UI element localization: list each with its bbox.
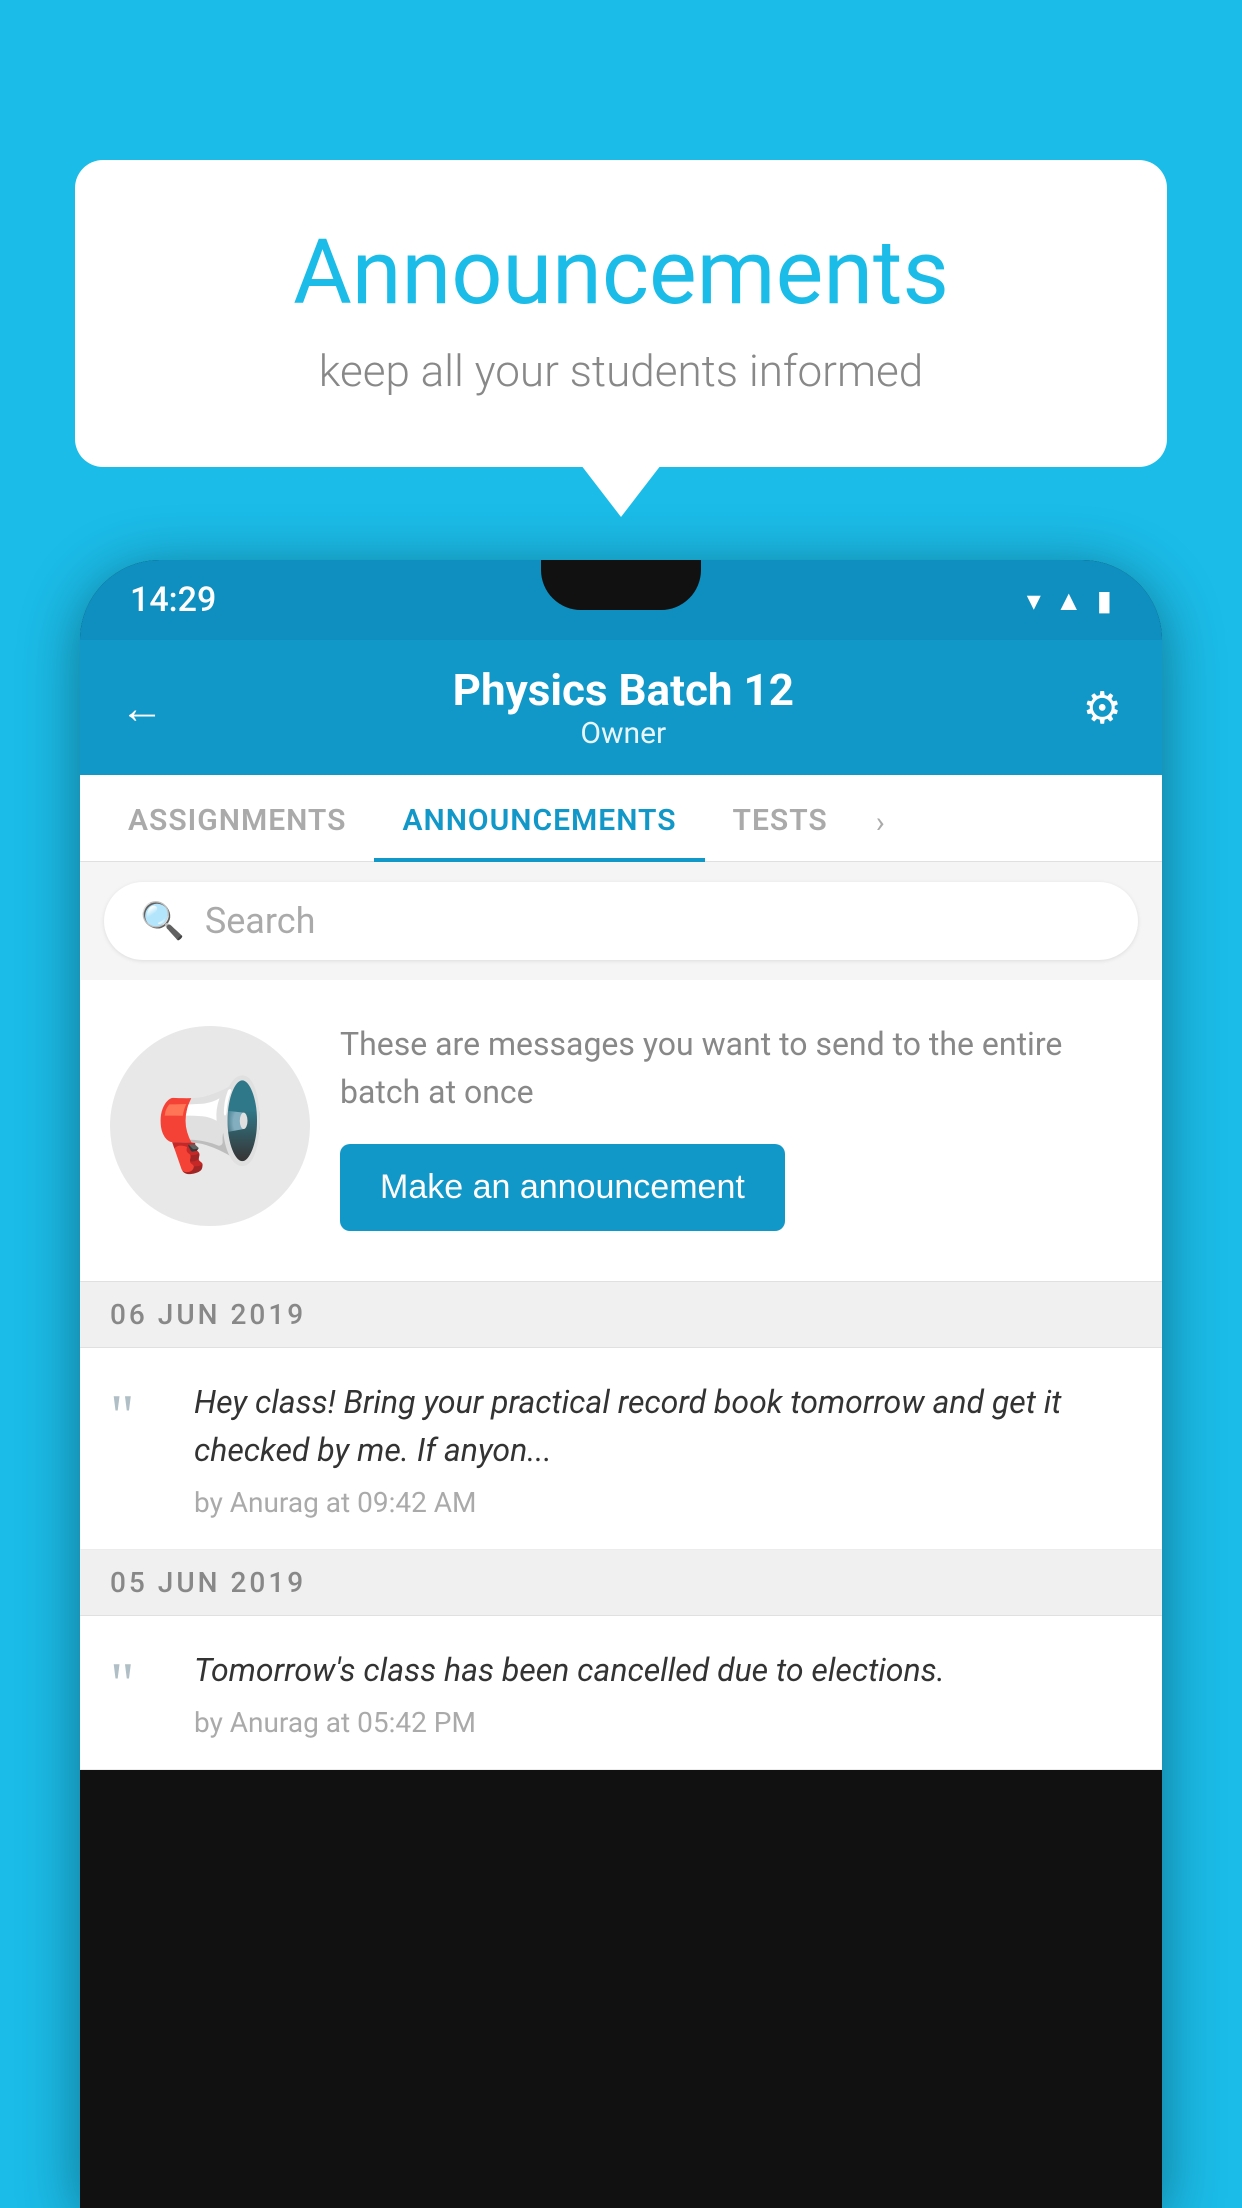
announcement-text-2: Tomorrow's class has been cancelled due … (194, 1646, 1132, 1694)
speech-bubble: Announcements keep all your students inf… (75, 160, 1167, 467)
quote-icon-2: " (110, 1654, 170, 1714)
search-placeholder: Search (205, 900, 316, 942)
settings-icon[interactable]: ⚙ (1083, 682, 1122, 734)
promo-description: These are messages you want to send to t… (340, 1020, 1132, 1116)
bubble-title: Announcements (155, 220, 1087, 325)
tab-assignments[interactable]: ASSIGNMENTS (100, 775, 374, 862)
tab-more[interactable]: › (856, 777, 905, 860)
announcement-meta-1: by Anurag at 09:42 AM (194, 1486, 1132, 1519)
battery-icon: ▮ (1097, 584, 1112, 617)
make-announcement-button[interactable]: Make an announcement (340, 1144, 785, 1231)
signal-icon: ▲ (1055, 584, 1083, 617)
announcement-item-1: " Hey class! Bring your practical record… (80, 1348, 1162, 1550)
promo-card: 📢 These are messages you want to send to… (80, 980, 1162, 1282)
header-center: Physics Batch 12 Owner (453, 664, 794, 751)
search-icon: 🔍 (140, 900, 185, 942)
quote-icon-1: " (110, 1386, 170, 1446)
status-time: 14:29 (130, 580, 216, 620)
phone-notch (541, 560, 701, 610)
back-button[interactable]: ← (120, 682, 164, 734)
status-bar: 14:29 ▾ ▲ ▮ (80, 560, 1162, 640)
speech-bubble-container: Announcements keep all your students inf… (75, 160, 1167, 467)
announcement-text-wrap-2: Tomorrow's class has been cancelled due … (194, 1646, 1132, 1739)
announcement-item-2: " Tomorrow's class has been cancelled du… (80, 1616, 1162, 1770)
announcement-text-wrap-1: Hey class! Bring your practical record b… (194, 1378, 1132, 1519)
header-subtitle: Owner (453, 716, 794, 751)
announcement-meta-2: by Anurag at 05:42 PM (194, 1706, 1132, 1739)
announcement-text-1: Hey class! Bring your practical record b… (194, 1378, 1132, 1474)
promo-icon-circle: 📢 (110, 1026, 310, 1226)
megaphone-icon: 📢 (154, 1073, 266, 1178)
tab-announcements[interactable]: ANNOUNCEMENTS (374, 775, 704, 862)
date-separator-1: 06 JUN 2019 (80, 1282, 1162, 1348)
search-bar[interactable]: 🔍 Search (104, 882, 1138, 960)
promo-right: These are messages you want to send to t… (340, 1020, 1132, 1231)
wifi-icon: ▾ (1027, 584, 1041, 617)
phone-content: 🔍 Search 📢 These are messages you want t… (80, 862, 1162, 1770)
app-header: ← Physics Batch 12 Owner ⚙ (80, 640, 1162, 775)
tabs-bar: ASSIGNMENTS ANNOUNCEMENTS TESTS › (80, 775, 1162, 862)
date-separator-2: 05 JUN 2019 (80, 1550, 1162, 1616)
phone-frame: 14:29 ▾ ▲ ▮ ← Physics Batch 12 Owner ⚙ A… (80, 560, 1162, 2208)
bubble-subtitle: keep all your students informed (155, 345, 1087, 397)
status-icons: ▾ ▲ ▮ (1027, 584, 1112, 617)
header-title: Physics Batch 12 (453, 664, 794, 716)
search-bar-container: 🔍 Search (80, 862, 1162, 980)
tab-tests[interactable]: TESTS (705, 775, 856, 862)
